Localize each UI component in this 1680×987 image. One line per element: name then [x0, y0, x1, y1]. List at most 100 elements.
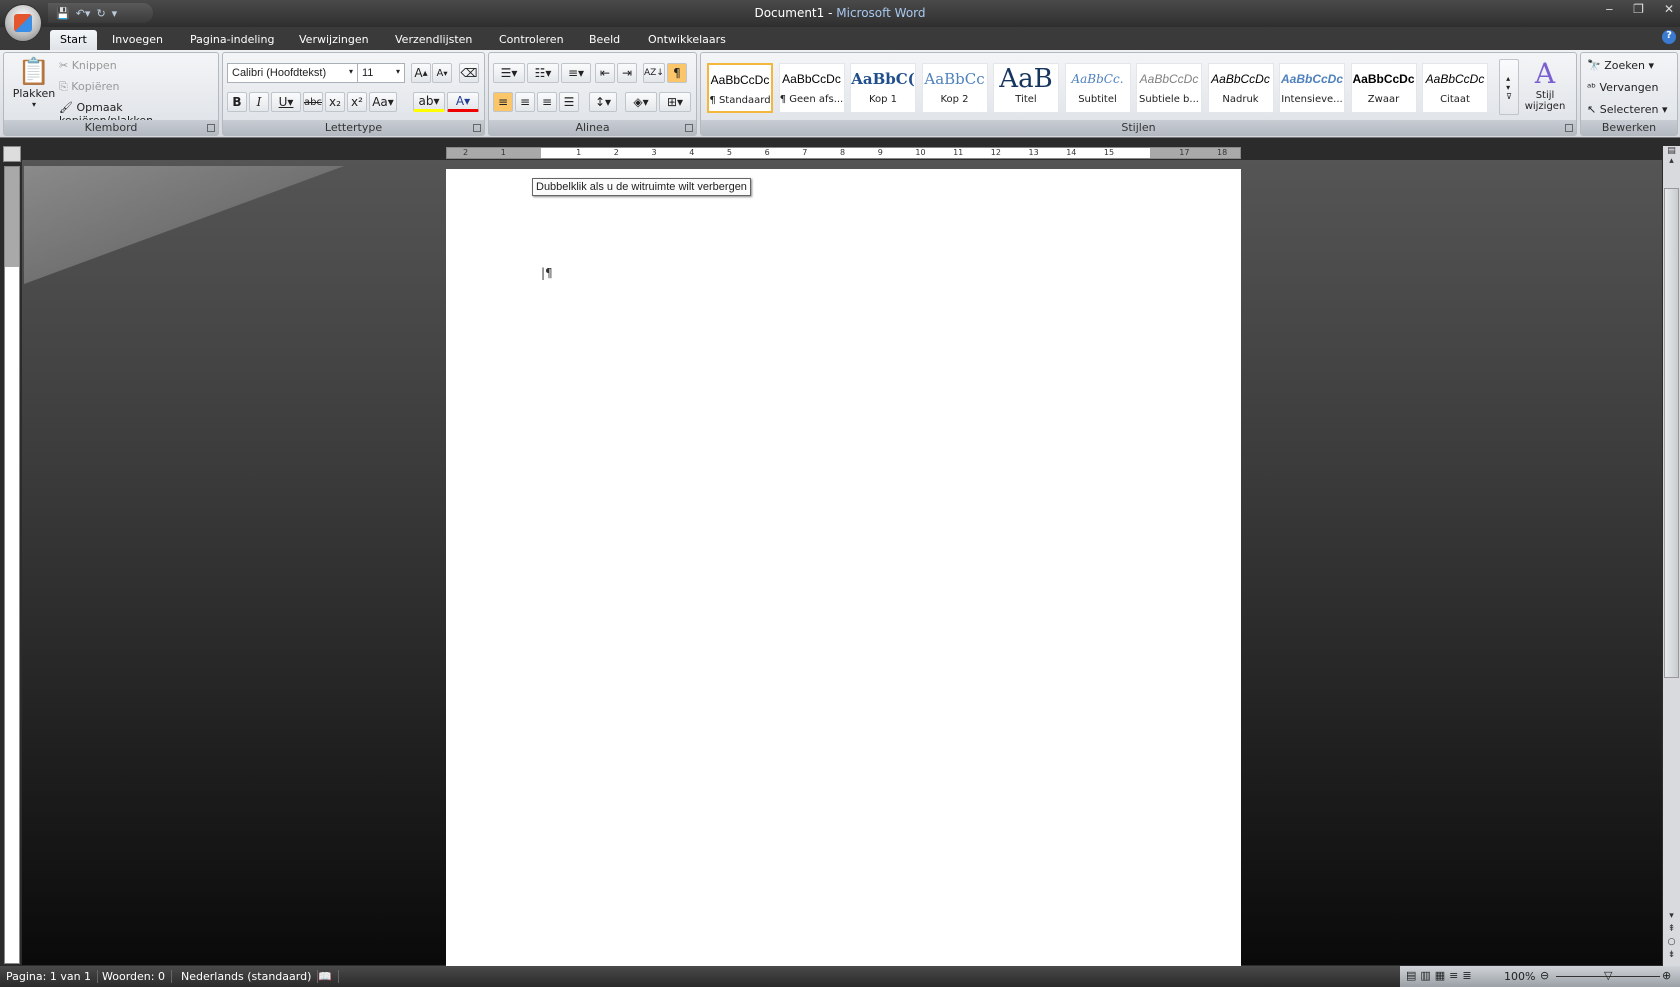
style-name: Kop 2 — [940, 94, 969, 105]
bold-icon[interactable]: B — [227, 92, 247, 112]
highlight-icon[interactable]: ab▾ — [413, 92, 445, 112]
subscript-icon[interactable]: x₂ — [325, 92, 345, 112]
zoom-in-icon[interactable]: ⊕ — [1662, 969, 1671, 982]
replace-button[interactable]: ᵃᵇ Vervangen — [1587, 81, 1658, 94]
close-button[interactable]: ✕ — [1664, 2, 1674, 16]
group-label-styles: Stijlen — [701, 120, 1576, 135]
justify-icon[interactable]: ☰ — [559, 92, 579, 112]
select-button[interactable]: ↖ Selecteren ▾ — [1587, 103, 1667, 116]
font-color-icon[interactable]: A▾ — [447, 92, 479, 112]
dialog-launcher-icon[interactable] — [207, 124, 215, 132]
scroll-thumb[interactable] — [1664, 188, 1679, 678]
style-item[interactable]: AaBbCcDc Zwaar — [1350, 63, 1417, 113]
tab-pagina-indeling[interactable]: Pagina-indeling — [190, 30, 274, 50]
style-item[interactable]: AaBbCcDc ¶ Standaard — [707, 63, 773, 113]
multilevel-list-icon[interactable]: ≡▾ — [561, 63, 591, 83]
view-buttons-icon[interactable]: ▤▥▦≡≣ — [1406, 969, 1476, 982]
style-item[interactable]: AaBbCc. Subtitel — [1064, 63, 1131, 113]
view-zoom-controls: ▤▥▦≡≣ 100% ⊖ ▽ ⊕ — [1400, 966, 1680, 987]
superscript-icon[interactable]: x² — [347, 92, 367, 112]
font-name-select[interactable]: Calibri (Hoofdtekst) ▾ — [227, 63, 358, 83]
tab-controleren[interactable]: Controleren — [499, 30, 564, 50]
sort-icon[interactable]: AZ↓ — [643, 63, 665, 83]
page-count[interactable]: Pagina: 1 van 1 — [0, 970, 99, 983]
align-center-icon[interactable]: ≡ — [515, 92, 535, 112]
cut-button[interactable]: ✂ Knippen — [59, 59, 117, 72]
document-page[interactable] — [446, 169, 1241, 966]
grow-font-icon[interactable]: A ▴ — [411, 63, 431, 83]
language-status[interactable]: Nederlands (standaard) — [175, 970, 319, 983]
style-preview: AaBbCc. — [1071, 72, 1124, 86]
group-paragraph: ☰▾ ☷▾ ≡▾ ⇤ ⇥ AZ↓ ¶ ≡ ≡ ≡ ☰ ↕▾ ◈▾ ⊞▾ Alin… — [488, 52, 697, 136]
ruler-toggle-icon[interactable]: ▤ — [1663, 146, 1680, 156]
tab-start[interactable]: Start — [50, 30, 97, 50]
borders-icon[interactable]: ⊞▾ — [659, 92, 691, 112]
tab-beeld[interactable]: Beeld — [589, 30, 620, 50]
increase-indent-icon[interactable]: ⇥ — [617, 63, 637, 83]
tab-verzendlijsten[interactable]: Verzendlijsten — [395, 30, 472, 50]
line-spacing-icon[interactable]: ↕▾ — [589, 92, 617, 112]
customize-qat-icon[interactable]: ▾ — [112, 7, 118, 20]
horizontal-ruler[interactable]: 2 1 1 2 3 4 5 6 7 8 9 10 11 12 13 14 15 17 18 — [446, 147, 1241, 159]
decrease-indent-icon[interactable]: ⇤ — [595, 63, 615, 83]
numbering-icon[interactable]: ☷▾ — [527, 63, 559, 83]
style-item[interactable]: AaBbCc Kop 2 — [921, 63, 988, 113]
style-name: Subtitel — [1078, 94, 1117, 105]
change-case-icon[interactable]: Aa▾ — [369, 92, 397, 112]
bullets-icon[interactable]: ☰▾ — [493, 63, 525, 83]
restore-button[interactable]: ❐ — [1633, 2, 1644, 16]
copy-label: Kopiëren — [71, 80, 120, 93]
group-label-font: Lettertype — [223, 120, 484, 135]
proofing-icon[interactable]: 📖 — [312, 970, 339, 983]
scroll-up-icon[interactable]: ▴ — [1663, 156, 1680, 166]
font-size-select[interactable]: 11 ▾ — [357, 63, 405, 83]
strikethrough-icon[interactable]: abc — [303, 92, 323, 112]
dialog-launcher-icon[interactable] — [685, 124, 693, 132]
zoom-level[interactable]: 100% — [1504, 970, 1535, 983]
style-item[interactable]: AaBbCcDc Subtiele b... — [1136, 63, 1202, 113]
redo-icon[interactable]: ↻ — [96, 7, 105, 20]
dialog-launcher-icon[interactable] — [1565, 124, 1573, 132]
style-item[interactable]: AaBbCcDc Intensieve... — [1279, 63, 1345, 113]
save-icon[interactable]: 💾 — [56, 7, 70, 20]
copy-button[interactable]: ⎘ Kopiëren — [59, 80, 120, 94]
undo-icon[interactable]: ↶▾ — [76, 7, 91, 20]
office-button[interactable] — [4, 4, 42, 42]
vertical-ruler[interactable] — [4, 166, 20, 964]
paste-button[interactable]: 📋 Plakken ▾ — [10, 57, 58, 109]
clear-formatting-icon[interactable]: ⌫ — [459, 63, 479, 83]
style-item[interactable]: AaBbCcDc Nadruk — [1207, 63, 1274, 113]
align-right-icon[interactable]: ≡ — [537, 92, 557, 112]
shading-icon[interactable]: ◈▾ — [625, 92, 657, 112]
italic-icon[interactable]: I — [249, 92, 269, 112]
word-count[interactable]: Woorden: 0 — [96, 970, 172, 983]
tab-invoegen[interactable]: Invoegen — [112, 30, 163, 50]
change-styles-button[interactable]: A Stijl wijzigen — [1517, 57, 1573, 112]
find-label: Zoeken — [1604, 59, 1645, 72]
minimize-button[interactable]: ‒ — [1606, 2, 1614, 16]
style-item[interactable]: AaBbCcDc ¶ Geen afs... — [778, 63, 845, 113]
browse-controls[interactable]: ▾ ⇞ ○ ⇟ — [1663, 910, 1680, 962]
style-item[interactable]: AaB Titel — [993, 63, 1059, 113]
tab-ontwikkelaars[interactable]: Ontwikkelaars — [648, 30, 726, 50]
style-item[interactable]: AaBbC(Kop 1 — [850, 63, 916, 113]
dialog-launcher-icon[interactable] — [473, 124, 481, 132]
zoom-slider[interactable]: ▽ — [1604, 969, 1612, 982]
align-left-icon[interactable]: ≡ — [493, 92, 513, 112]
zoom-out-icon[interactable]: ⊖ — [1540, 969, 1549, 982]
paste-label: Plakken — [12, 87, 56, 100]
find-button[interactable]: 🔭 Zoeken ▾ — [1587, 59, 1654, 72]
styles-scroll-icon[interactable]: ▴ ▾ ⊽ — [1499, 59, 1519, 115]
tab-verwijzingen[interactable]: Verwijzingen — [299, 30, 369, 50]
style-preview: AaB — [999, 64, 1053, 94]
show-formatting-marks-icon[interactable]: ¶ — [667, 63, 687, 83]
shrink-font-icon[interactable]: A ▾ — [432, 63, 452, 83]
ruler-tick: 18 — [1217, 148, 1228, 157]
style-item[interactable]: AaBbCcDc Citaat — [1422, 63, 1488, 113]
cut-label: Knippen — [71, 59, 117, 72]
help-icon[interactable]: ? — [1662, 30, 1676, 44]
vertical-scrollbar[interactable]: ▤ ▴ ▾ ⇞ ○ ⇟ — [1663, 146, 1680, 966]
quick-access-toolbar: 💾 ↶▾ ↻ ▾ — [48, 3, 153, 23]
underline-icon[interactable]: U▾ — [271, 92, 301, 112]
tab-selector[interactable] — [3, 146, 21, 162]
